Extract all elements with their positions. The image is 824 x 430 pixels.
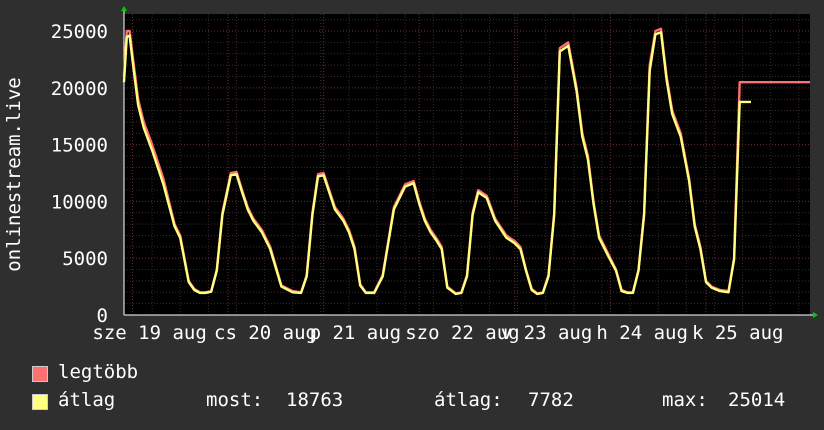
stat-current-value: 18763 [286,389,344,411]
y-tick-label: 10000 [51,191,108,213]
y-tick-label: 5000 [62,248,108,270]
y-axis-arrow [121,6,127,11]
y-axis-label: onlinestream.live [3,77,25,271]
x-tick-label: v 23 aug [501,322,593,344]
x-tick-label: cs 20 aug [214,322,317,344]
stat-max-label: max: [662,389,708,411]
legend-label-avg: átlag [58,389,116,411]
x-tick-label: h 24 aug [596,322,688,344]
legend-swatch-max [32,366,48,382]
legend-swatch-avg [32,394,48,410]
chart-container: 0 5000 10000 15000 20000 25000 sze 19 aug cs 20… [0,0,824,430]
x-tick-label: k 25 aug [692,322,784,344]
y-tick-label: 15000 [51,135,108,157]
stat-average-value: 7782 [528,389,574,411]
legend-label-max: legtöbb [58,361,139,383]
x-tick-label: sze 19 aug [92,322,206,344]
stat-max-value: 25014 [728,389,786,411]
stat-current-label: most: [206,389,264,411]
x-tick-label: p 21 aug [310,322,402,344]
y-tick-label: 25000 [51,21,108,43]
x-axis-arrow [813,312,818,318]
y-tick-label: 20000 [51,78,108,100]
stat-average-label: átlag: [434,389,503,411]
